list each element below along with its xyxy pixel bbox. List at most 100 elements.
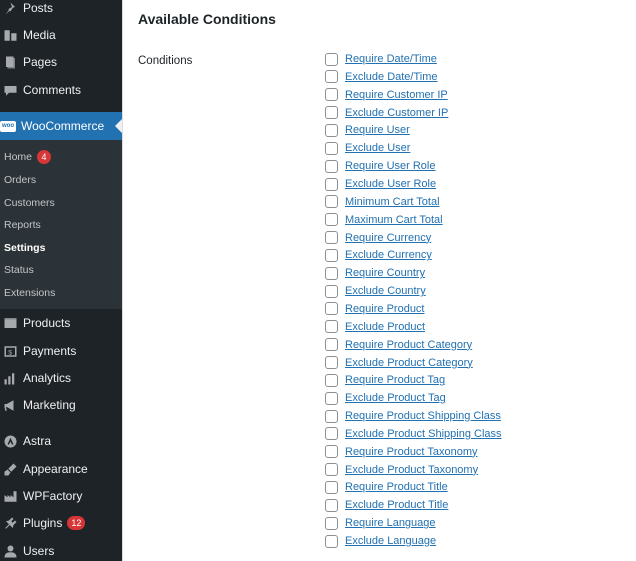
condition-link[interactable]: Exclude User xyxy=(345,142,410,154)
condition-checkbox[interactable] xyxy=(325,177,338,191)
submenu-item-extensions[interactable]: Extensions xyxy=(4,285,55,301)
sidebar-item-appearance[interactable]: Appearance xyxy=(0,455,122,483)
sidebar-item-analytics[interactable]: Analytics xyxy=(0,364,122,392)
condition-checkbox[interactable] xyxy=(325,338,338,352)
sidebar-item-posts[interactable]: Posts xyxy=(0,0,122,22)
condition-checkbox[interactable] xyxy=(325,248,338,262)
condition-checkbox[interactable] xyxy=(325,516,338,530)
condition-checkbox[interactable] xyxy=(325,195,338,209)
submenu-item-customers[interactable]: Customers xyxy=(4,195,55,211)
condition-checkbox[interactable] xyxy=(325,88,338,102)
condition-link[interactable]: Require Currency xyxy=(345,232,431,244)
submenu-item-settings[interactable]: Settings xyxy=(4,240,45,256)
condition-link[interactable]: Require Product xyxy=(345,303,425,315)
submenu-item-status[interactable]: Status xyxy=(4,262,34,278)
condition-link[interactable]: Require Product Tag xyxy=(345,374,445,386)
condition-link[interactable]: Exclude Currency xyxy=(345,249,432,261)
condition-row: Maximum Cart Total xyxy=(325,212,443,228)
condition-checkbox[interactable] xyxy=(325,141,338,155)
payments-icon: $ xyxy=(2,343,18,359)
sidebar-item-pages[interactable]: Pages xyxy=(0,48,122,76)
sidebar-item-woocommerce[interactable]: woo WooCommerce xyxy=(0,112,122,140)
condition-link[interactable]: Exclude Product Shipping Class xyxy=(345,428,502,440)
condition-checkbox[interactable] xyxy=(325,463,338,477)
condition-link[interactable]: Exclude Product Title xyxy=(345,499,448,511)
condition-checkbox[interactable] xyxy=(325,52,338,66)
woocommerce-submenu: Home 4 Orders Customers Reports Settings… xyxy=(0,140,122,309)
condition-checkbox[interactable] xyxy=(325,356,338,369)
condition-link[interactable]: Exclude Product Tag xyxy=(345,392,446,404)
condition-checkbox[interactable] xyxy=(325,427,338,441)
sidebar-item-astra[interactable]: Astra xyxy=(0,427,122,455)
condition-checkbox[interactable] xyxy=(325,284,338,298)
plugins-icon xyxy=(2,515,18,531)
condition-link[interactable]: Minimum Cart Total xyxy=(345,196,440,208)
wpfactory-icon xyxy=(2,488,18,504)
sidebar-item-label: Analytics xyxy=(23,371,72,385)
condition-checkbox[interactable] xyxy=(325,70,338,84)
condition-checkbox[interactable] xyxy=(325,480,338,494)
condition-row: Require Customer IP xyxy=(325,87,448,103)
products-icon xyxy=(2,315,18,331)
condition-link[interactable]: Exclude Product Category xyxy=(345,357,473,369)
sidebar-item-label: WooCommerce xyxy=(21,119,105,133)
condition-link[interactable]: Require Product Title xyxy=(345,481,448,493)
condition-link[interactable]: Exclude Date/Time xyxy=(345,71,438,83)
sidebar-item-products[interactable]: Products xyxy=(0,309,122,337)
sidebar-item-wpfactory[interactable]: WPFactory xyxy=(0,482,122,510)
condition-link[interactable]: Require Country xyxy=(345,267,425,279)
condition-checkbox[interactable] xyxy=(325,534,338,548)
condition-link[interactable]: Require Customer IP xyxy=(345,89,448,101)
sidebar-item-plugins[interactable]: Plugins 12 xyxy=(0,509,122,537)
sidebar-item-comments[interactable]: Comments xyxy=(0,76,122,104)
submenu-item-label: Orders xyxy=(4,174,37,186)
condition-checkbox[interactable] xyxy=(325,409,338,423)
sidebar-item-label: Users xyxy=(23,544,55,558)
condition-checkbox[interactable] xyxy=(325,391,338,405)
submenu-item-orders[interactable]: Orders xyxy=(4,172,36,188)
condition-checkbox[interactable] xyxy=(325,498,338,512)
condition-link[interactable]: Exclude Product xyxy=(345,321,425,333)
condition-link[interactable]: Exclude Language xyxy=(345,535,436,547)
submenu-item-reports[interactable]: Reports xyxy=(4,217,41,233)
sidebar-item-users[interactable]: Users xyxy=(0,537,122,561)
condition-checkbox[interactable] xyxy=(325,445,338,459)
condition-link[interactable]: Require Product Shipping Class xyxy=(345,410,501,422)
sidebar-item-marketing[interactable]: Marketing xyxy=(0,391,122,419)
condition-checkbox[interactable] xyxy=(325,266,338,280)
condition-link[interactable]: Exclude Customer IP xyxy=(345,107,448,119)
condition-link[interactable]: Require Language xyxy=(345,517,436,529)
condition-row: Exclude Country xyxy=(325,283,426,299)
sidebar-item-label: Marketing xyxy=(23,398,76,412)
plugins-count-badge: 12 xyxy=(67,516,86,530)
condition-checkbox[interactable] xyxy=(325,159,338,173)
condition-link[interactable]: Require User xyxy=(345,124,410,136)
condition-link[interactable]: Require Product Category xyxy=(345,339,472,351)
condition-link[interactable]: Require Product Taxonomy xyxy=(345,446,477,458)
condition-link[interactable]: Require User Role xyxy=(345,160,435,172)
sidebar-item-media[interactable]: Media xyxy=(0,21,122,49)
condition-checkbox[interactable] xyxy=(325,320,338,334)
condition-checkbox[interactable] xyxy=(325,373,338,387)
condition-row: Require Country xyxy=(325,265,425,281)
condition-link[interactable]: Exclude Product Taxonomy xyxy=(345,464,478,476)
condition-checkbox[interactable] xyxy=(325,123,338,137)
condition-row: Exclude User xyxy=(325,140,410,156)
comments-icon xyxy=(2,82,18,98)
condition-row: Require Product Tag xyxy=(325,372,445,388)
condition-link[interactable]: Exclude Country xyxy=(345,285,426,297)
condition-checkbox[interactable] xyxy=(325,302,338,316)
condition-link[interactable]: Exclude User Role xyxy=(345,178,436,190)
condition-row: Require User Role xyxy=(325,158,435,174)
condition-row: Require Product Category xyxy=(325,337,472,353)
condition-checkbox[interactable] xyxy=(325,231,338,244)
condition-link[interactable]: Maximum Cart Total xyxy=(345,214,443,226)
condition-link[interactable]: Require Date/Time xyxy=(345,53,437,65)
condition-checkbox[interactable] xyxy=(325,213,338,227)
pages-icon xyxy=(2,54,18,70)
sidebar-item-payments[interactable]: $ Payments xyxy=(0,337,122,365)
condition-checkbox[interactable] xyxy=(325,106,338,120)
submenu-item-home[interactable]: Home 4 xyxy=(4,149,52,165)
sidebar-item-label: Media xyxy=(23,28,56,42)
condition-row: Exclude Date/Time xyxy=(325,69,438,85)
